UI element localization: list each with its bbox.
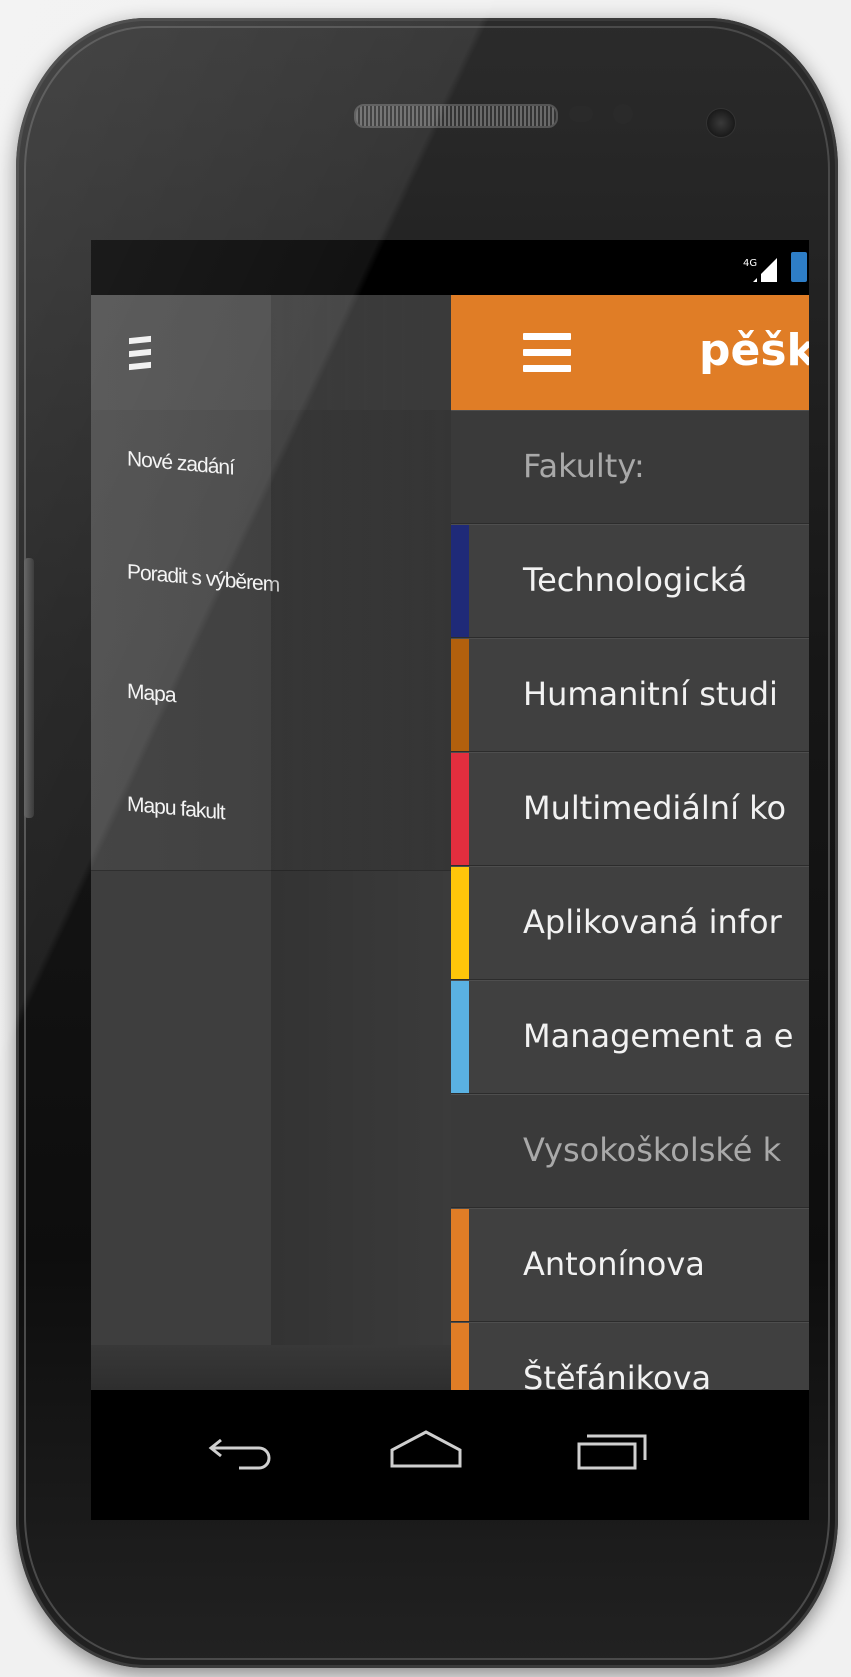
system-nav-bar [91,1390,809,1520]
list-item[interactable]: Humanitní studi [451,638,809,752]
list-item[interactable]: Štěfánikova [451,1322,809,1390]
home-icon[interactable] [386,1426,466,1476]
dorm-color-bar [451,1209,469,1321]
back-icon[interactable] [203,1426,283,1476]
navigation-drawer: Nové zadání Poradit s výběrem Mapa Mapu … [91,295,451,1390]
recent-apps-icon[interactable] [573,1426,653,1476]
hamburger-icon[interactable] [523,333,571,373]
section-header-label: Vysokoškolské k [523,1131,782,1169]
drawer-item-label: Poradit s výběrem [127,560,280,597]
drawer-item-label: Mapa [127,679,176,708]
list-item-label: Aplikovaná infor [523,903,782,941]
section-header-label: Fakulty: [523,447,645,485]
app-title: pěšk [699,325,809,376]
list-item[interactable]: Antonínova [451,1208,809,1322]
faculty-color-bar [451,525,469,637]
front-camera [706,108,736,138]
network-type-label: 4G [743,258,757,269]
earpiece-speaker [354,104,558,128]
list-item-label: Štěfánikova [523,1359,712,1390]
drawer-fold-shading [271,295,451,1390]
faculty-color-bar [451,867,469,979]
list-item-label: Antonínova [523,1245,705,1283]
faculty-color-bar [451,639,469,751]
status-bar: 4G [91,240,809,295]
faculty-color-bar [451,753,469,865]
list-item[interactable]: Management a e [451,980,809,1094]
proximity-sensor [569,106,593,122]
screen: 4G Nové zadání Poradit s výběrem Mapa Ma… [91,240,809,1520]
list-item[interactable]: Aplikovaná infor [451,866,809,980]
volume-button [24,558,34,818]
drawer-item-label: Mapu fakult [127,792,225,825]
drawer-item-label: Nové zadání [127,447,234,480]
section-header-faculties: Fakulty: [451,410,809,524]
hamburger-icon[interactable] [129,335,151,373]
faculty-color-bar [451,981,469,1093]
section-header-dorms: Vysokoškolské k [451,1094,809,1208]
list-item[interactable]: Multimediální ko [451,752,809,866]
battery-icon [791,252,807,282]
signal-bars-icon: 4G [743,258,777,282]
phone-body: 4G Nové zadání Poradit s výběrem Mapa Ma… [16,18,838,1668]
app-bar: pěšk [451,295,809,410]
drawer-bottom-edge [91,1345,451,1390]
list-item-label: Management a e [523,1017,794,1055]
list-item-label: Multimediální ko [523,789,787,827]
main-content: pěšk Fakulty: Technologická Humanitní st… [451,295,809,1390]
list-item-label: Technologická [523,561,748,599]
list-item-label: Humanitní studi [523,675,778,713]
dorm-color-bar [451,1323,469,1390]
list-item[interactable]: Technologická [451,524,809,638]
light-sensor [613,104,633,124]
